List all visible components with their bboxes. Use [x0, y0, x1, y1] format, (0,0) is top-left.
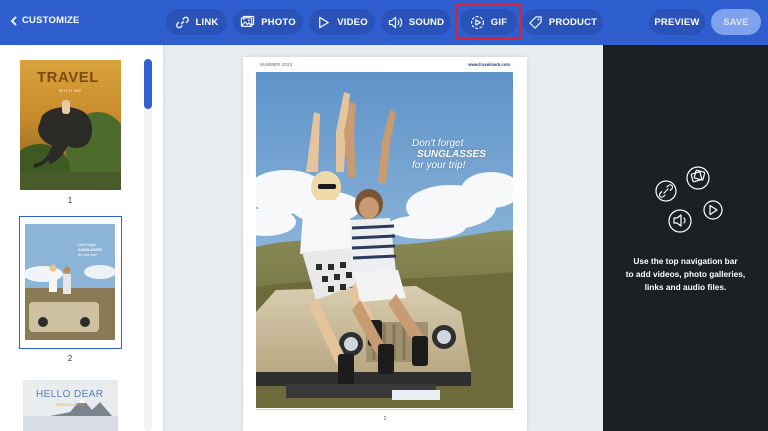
back-label: CUSTOMIZE — [22, 15, 80, 26]
product-tool-button[interactable]: PRODUCT — [522, 9, 603, 35]
panel-hint-text: Use the top navigation bar to add videos… — [603, 255, 768, 294]
sound-tool-button[interactable]: SOUND — [381, 9, 451, 35]
sound-tool-label: SOUND — [408, 16, 445, 28]
page-footer-number: 2 — [383, 416, 387, 422]
caption-line-1: Don't forget — [412, 138, 464, 149]
hint-line-1: Use the top navigation bar — [633, 256, 738, 266]
thumbnail-page-1[interactable]: TRAVEL WITH ME — [20, 60, 121, 190]
save-label: SAVE — [723, 16, 749, 28]
editor-canvas: SUMMER 2023 www.travelmark.com Don't for… — [165, 45, 603, 431]
speaker-icon — [668, 209, 692, 233]
friends-on-jeep-photo — [256, 72, 513, 408]
video-tool-label: VIDEO — [337, 16, 368, 28]
photo-caption[interactable]: Don't forget SUNGLASSES for your trip! — [412, 138, 486, 171]
thumbnails-scroll-track[interactable] — [144, 59, 152, 431]
thumbnail-page-2[interactable]: Don't forget SUNGLASSES for your trip! — [19, 216, 122, 349]
thumbnail-2-number: 2 — [67, 354, 73, 363]
back-to-customize-button[interactable]: CUSTOMIZE — [10, 15, 80, 26]
thumbnail-3-title: HELLO DEAR — [36, 389, 104, 400]
play-icon — [319, 16, 330, 28]
thumbnail-page-3[interactable]: HELLO DEAR TRAVELLERS — [20, 376, 121, 431]
hint-line-2: to add videos, photo galleries, — [625, 269, 746, 279]
photo-tool-button[interactable]: PHOTO — [233, 9, 303, 35]
save-button[interactable]: SAVE — [711, 9, 761, 35]
link-icon — [175, 16, 189, 28]
top-toolbar: CUSTOMIZE LINK PHOTO VIDEO SOUND GIF PRO… — [0, 0, 768, 45]
thumbnail-2-caption-line3: for your trip! — [78, 253, 97, 257]
photo-icon — [241, 15, 255, 27]
properties-panel: Use the top navigation bar to add videos… — [603, 45, 768, 431]
thumbnail-2-caption-line1: Don't forget — [78, 243, 96, 247]
chevron-left-icon — [10, 15, 17, 26]
thumbnail-1-title: TRAVEL — [37, 69, 99, 86]
hint-line-3: links and audio files. — [644, 282, 727, 292]
thumbnail-1-subtitle: WITH ME — [59, 88, 82, 93]
tag-icon — [529, 15, 542, 29]
media-icons-graphic — [655, 166, 723, 233]
thumbnail-3-subtitle: TRAVELLERS — [55, 402, 85, 407]
preview-button[interactable]: PREVIEW — [649, 9, 705, 35]
media-icons-cluster — [643, 160, 743, 240]
caption-line-3: for your trip! — [412, 160, 466, 171]
thumbnail-1-number: 1 — [67, 196, 73, 205]
thumbnail-2-caption-line2: SUNGLASSES — [78, 248, 103, 252]
photo-tool-label: PHOTO — [261, 16, 296, 28]
caption-line-2: SUNGLASSES — [417, 149, 486, 160]
gif-highlight-box — [455, 3, 521, 40]
page-thumbnails-panel: TRAVEL WITH ME 1 Don't forget SUNGLASSES… — [0, 45, 165, 431]
magazine-page[interactable]: SUMMER 2023 www.travelmark.com Don't for… — [243, 57, 527, 431]
page-footer-rule — [256, 409, 514, 410]
video-tool-button[interactable]: VIDEO — [309, 9, 375, 35]
play-icon — [703, 200, 723, 220]
page-photo[interactable]: Don't forget SUNGLASSES for your trip! — [256, 72, 513, 408]
product-tool-label: PRODUCT — [548, 16, 598, 28]
link-tool-button[interactable]: LINK — [166, 9, 227, 35]
speaker-icon — [388, 16, 402, 28]
link-tool-label: LINK — [195, 16, 219, 28]
preview-label: PREVIEW — [654, 16, 700, 28]
thumbnails-scrollbar[interactable] — [144, 59, 152, 109]
sunglasses-page-image — [20, 217, 120, 347]
page-header-left: SUMMER 2023 — [260, 62, 293, 67]
page-header-right: www.travelmark.com — [468, 62, 510, 67]
